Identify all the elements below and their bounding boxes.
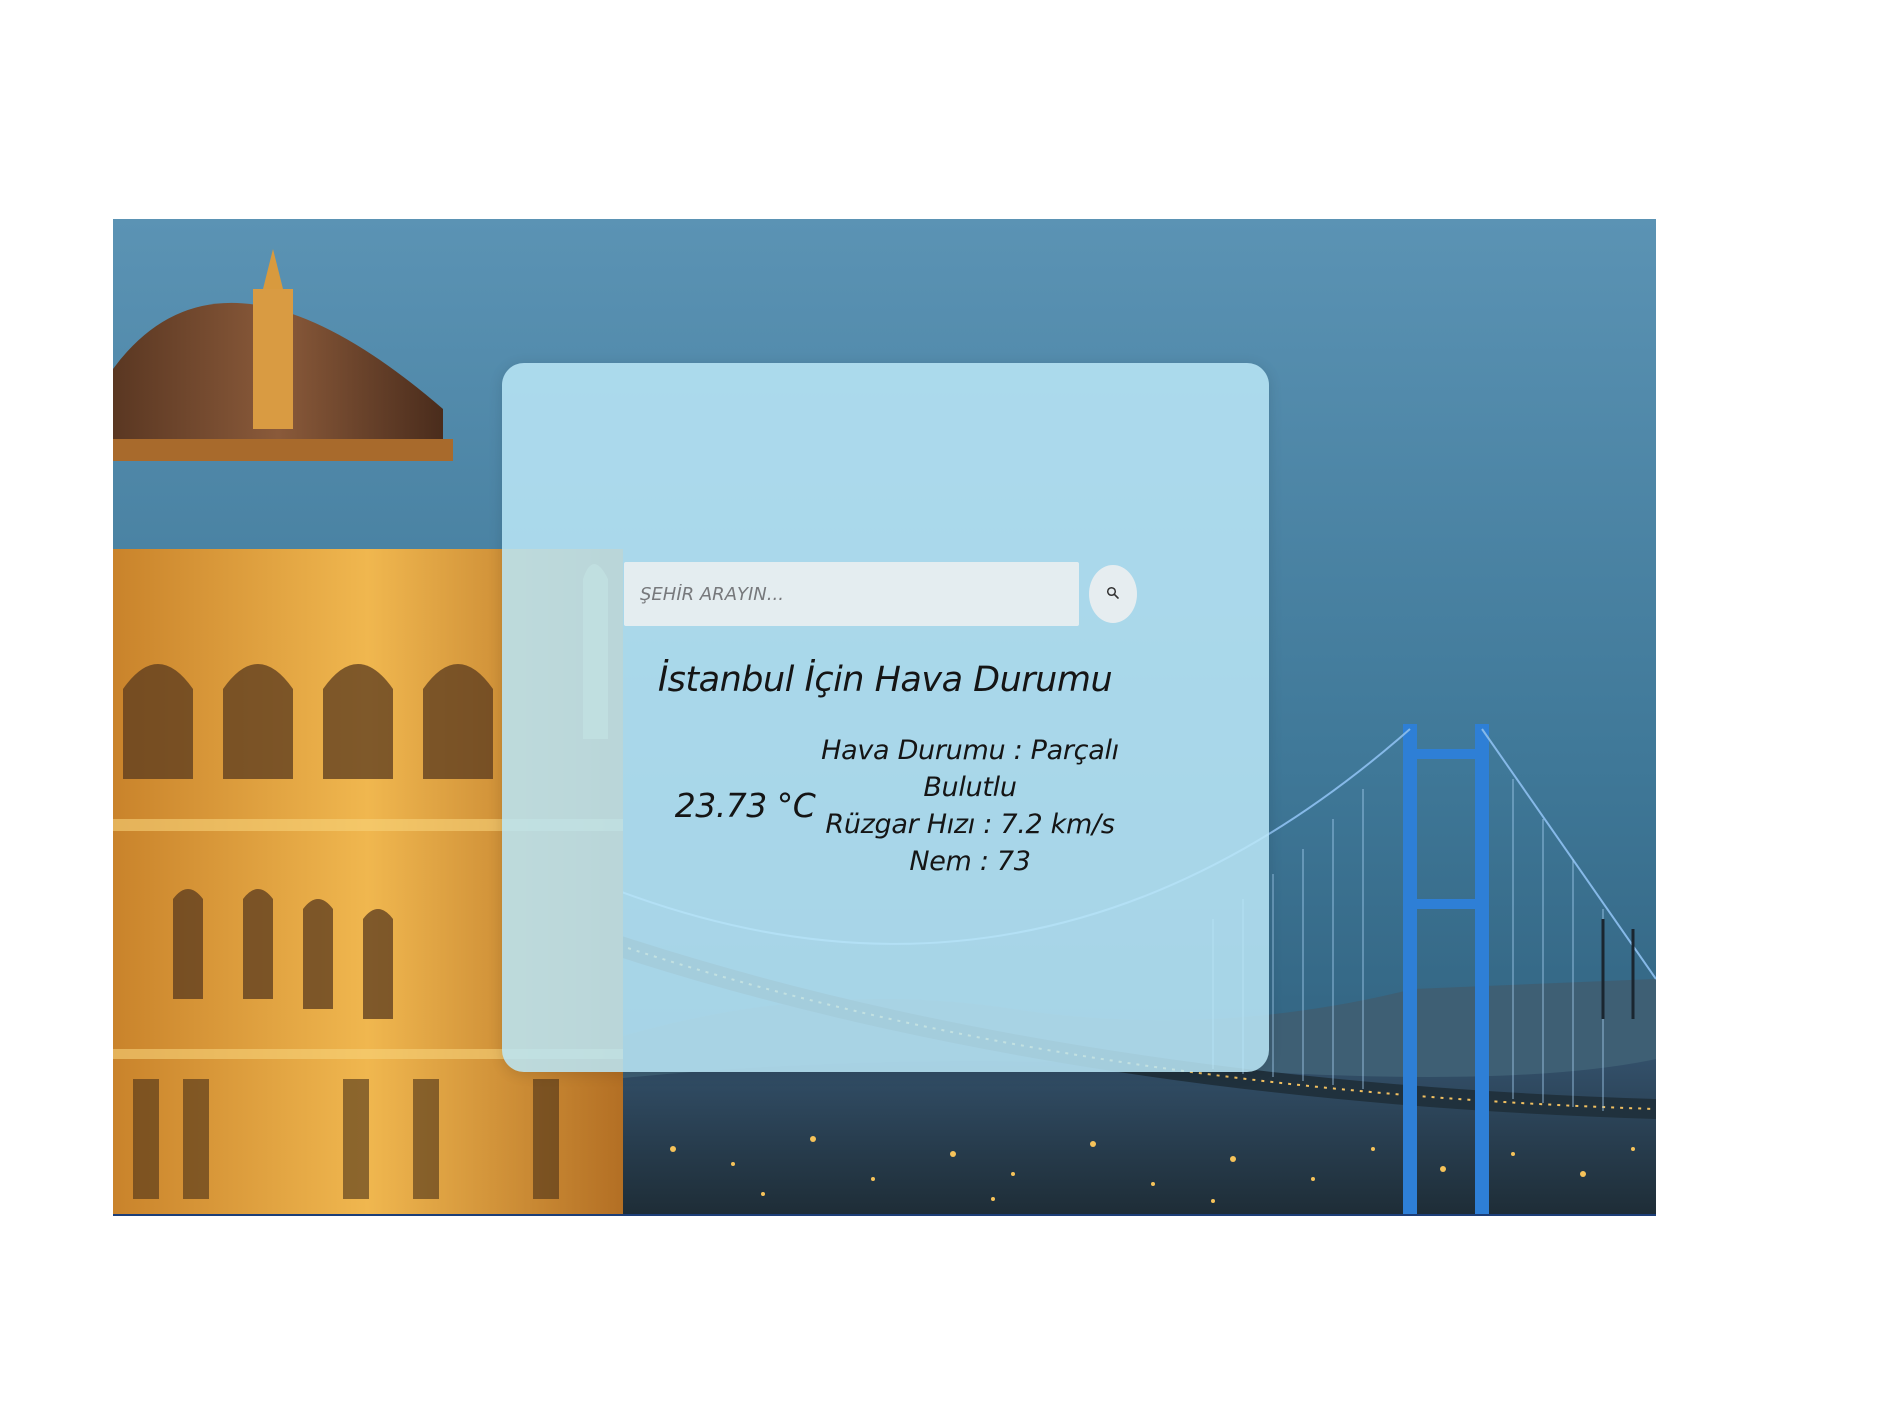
weather-card bbox=[502, 363, 1269, 1072]
search-button[interactable] bbox=[1089, 565, 1137, 623]
page: İstanbul İçin Hava Durumu 23.73 °C Hava … bbox=[0, 0, 1890, 1417]
search-icon bbox=[1106, 586, 1120, 603]
humidity-text: Nem : 73 bbox=[909, 846, 1031, 877]
temperature-value: 23.73 °C bbox=[674, 786, 816, 825]
weather-title: İstanbul İçin Hava Durumu bbox=[657, 660, 1113, 700]
search-input[interactable] bbox=[624, 562, 1079, 626]
condition-text: Hava Durumu : Parçalı Bulutlu bbox=[821, 735, 1119, 803]
wind-speed-text: Rüzgar Hızı : 7.2 km/s bbox=[825, 809, 1115, 840]
weather-details: Hava Durumu : Parçalı Bulutlu Rüzgar Hız… bbox=[820, 732, 1120, 880]
